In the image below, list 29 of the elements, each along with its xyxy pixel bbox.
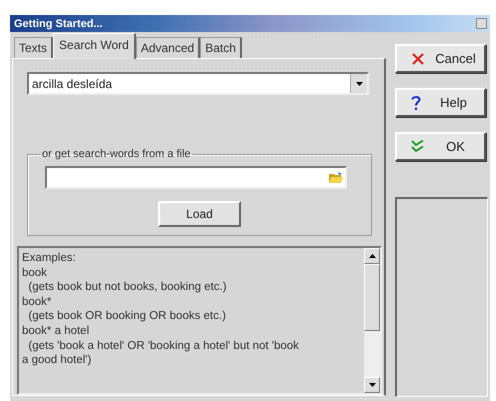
load-button[interactable]: Load [158,201,241,227]
check-icon [411,140,425,154]
ok-button[interactable]: OK [395,132,486,161]
dropdown-arrow-icon [356,82,362,86]
close-icon [411,52,425,66]
example-line: book* [22,294,52,310]
example-line: (gets book but not books, booking etc.) [27,280,228,295]
folder-icon[interactable] [329,172,343,184]
tab[interactable]: Advanced [136,37,200,58]
cancel-button[interactable]: Cancel [395,44,486,73]
example-line: book* a hotel [22,324,90,339]
example-line: (gets 'book a hotel' OR 'booking a hotel' but not 'book [27,338,300,354]
tab[interactable]: Texts [14,37,54,58]
group-legend: or get search-words from a file [41,148,192,160]
question-icon [411,94,421,110]
tab[interactable]: Batch [200,37,242,58]
window-title: Getting Started... [13,18,103,30]
scrollbar[interactable] [364,248,380,393]
example-line: Examples: [22,251,77,266]
tab[interactable]: Search Word [53,33,136,59]
scroll-down-icon [368,383,376,387]
help-button[interactable]: Help [395,88,486,117]
file-path-field[interactable] [45,166,347,189]
search-word-combo[interactable]: arcilla desleída [27,72,369,95]
example-line: (gets book OR booking OR books etc.) [27,309,227,324]
example-line: book [22,266,48,280]
close-button[interactable] [476,18,487,29]
example-line: a good hotel') [22,353,92,368]
scroll-up-icon [368,254,376,258]
